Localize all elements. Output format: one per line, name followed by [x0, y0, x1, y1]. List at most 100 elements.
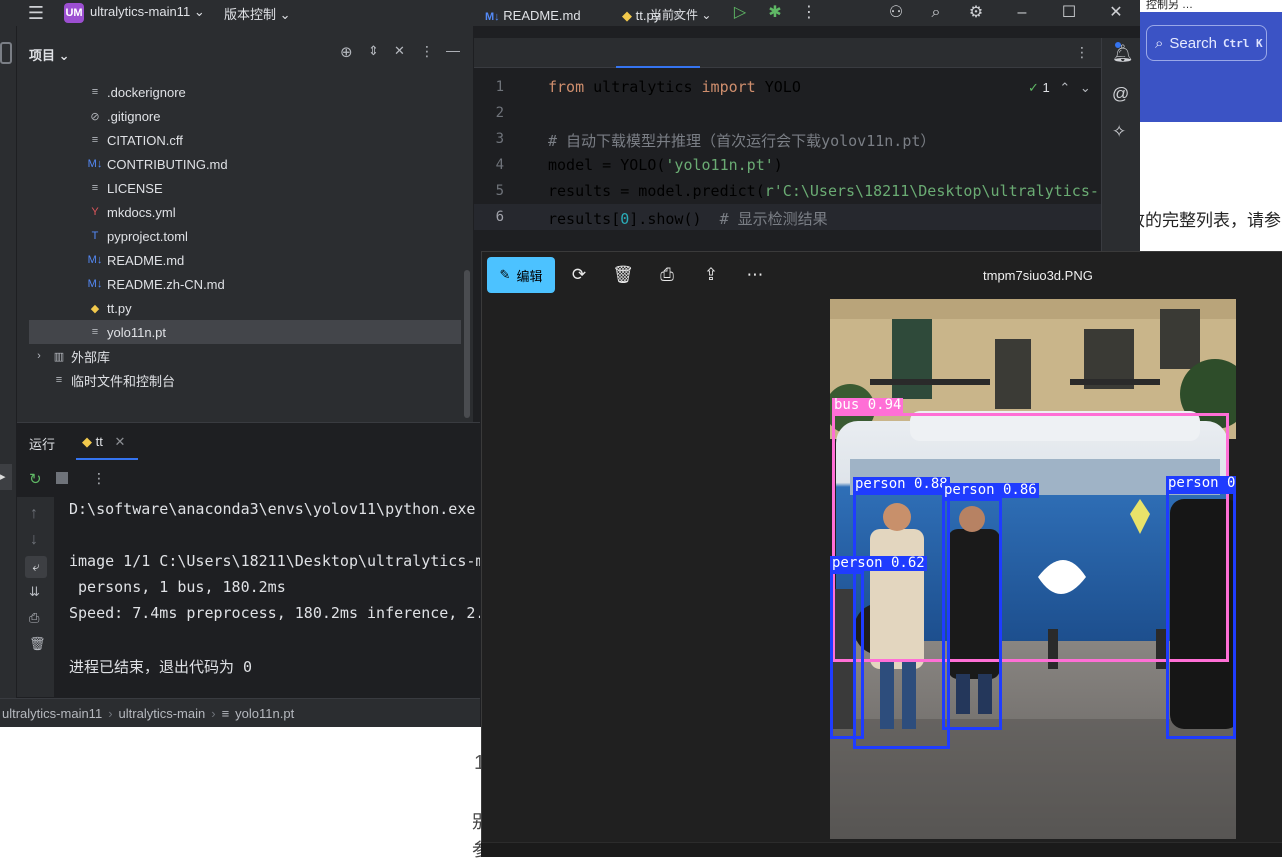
add-user-icon[interactable]: ⚇: [886, 3, 906, 23]
collapse-all-icon[interactable]: ✕: [394, 43, 405, 59]
editor-tab-bar: [474, 38, 1140, 68]
project-panel-title[interactable]: 项目 ⌄: [29, 45, 70, 64]
python-icon: ◆: [622, 8, 632, 23]
tab-tt-py[interactable]: ◆ tt.py ✕: [622, 8, 683, 24]
markdown-icon: M↓: [87, 278, 103, 290]
project-tool-icon[interactable]: [0, 42, 12, 64]
tree-item[interactable]: ≡ LICENSE: [17, 176, 473, 200]
text-file-icon: ≡: [221, 705, 230, 721]
more-options-icon[interactable]: ⋯: [744, 264, 766, 286]
search-shortcut: Ctrl K: [1222, 36, 1263, 50]
tab-readme[interactable]: M↓ README.md: [485, 8, 581, 23]
hide-panel-icon[interactable]: —: [446, 42, 460, 58]
text-file-icon: ≡: [91, 182, 99, 194]
chevron-right-icon: ›: [211, 705, 216, 721]
rotate-icon[interactable]: ⟳: [568, 264, 590, 286]
line-number: 4: [495, 157, 504, 173]
text-file-icon: ≡: [91, 134, 99, 146]
tab-options-icon[interactable]: ⋮: [1075, 44, 1089, 61]
tree-item[interactable]: M↓ README.md: [17, 248, 473, 272]
scroll-up-icon[interactable]: ↑: [30, 505, 38, 523]
run-icon[interactable]: ▷: [730, 3, 750, 23]
line-number: 3: [495, 131, 504, 147]
inspection-widget[interactable]: ✓ 1 ⌃ ⌄: [1028, 80, 1091, 96]
run-tool-icon[interactable]: ▸: [0, 464, 12, 490]
tree-item[interactable]: ≡ CITATION.cff: [17, 128, 473, 152]
browser-search-box[interactable]: ⌕ Search Ctrl K: [1146, 25, 1267, 61]
active-tab-indicator: [616, 66, 700, 68]
delete-icon[interactable]: 🗑︎: [612, 264, 634, 286]
vcs-menu[interactable]: 版本控制 ⌄: [224, 4, 291, 23]
tree-item[interactable]: ≡ .dockerignore: [17, 80, 473, 104]
left-tool-strip: [0, 26, 17, 727]
toml-icon: T: [91, 230, 99, 242]
project-switcher[interactable]: ultralytics-main11 ⌄: [90, 4, 205, 20]
search-icon: ⌕: [1155, 34, 1164, 52]
detection-result-image[interactable]: bus 0.94 person 0.88person 0.86 person 0.8…: [830, 299, 1236, 839]
python-icon: ◆: [90, 302, 100, 315]
tree-item[interactable]: ◆ tt.py: [17, 296, 473, 320]
chevron-down-icon: ⌄: [279, 7, 291, 22]
detection-label: person 0.86: [942, 482, 1039, 498]
minimize-icon[interactable]: –: [1012, 3, 1032, 23]
tree-item[interactable]: ≡ yolo11n.pt: [29, 320, 461, 344]
options-icon[interactable]: ⋮: [420, 43, 434, 60]
tree-item-label: CONTRIBUTING.md: [107, 156, 228, 172]
line-number: 6: [495, 209, 504, 225]
edit-button[interactable]: ✎ 编辑: [487, 257, 555, 293]
run-config-tab[interactable]: ◆ tt ✕: [82, 434, 125, 450]
plugin-icon[interactable]: ✧: [1112, 122, 1126, 142]
tree-external-libs[interactable]: › ▥ 外部库: [17, 344, 473, 368]
expand-all-icon[interactable]: ⇕: [368, 43, 379, 59]
maximize-icon[interactable]: ☐: [1059, 3, 1079, 23]
tree-item-label: 临时文件和控制台: [71, 373, 176, 389]
markdown-icon: M↓: [485, 11, 500, 23]
hamburger-menu-icon[interactable]: ☰: [26, 3, 46, 23]
close-tab-icon[interactable]: ✕: [672, 8, 683, 23]
tree-item[interactable]: Tpyproject.toml: [17, 224, 473, 248]
tree-item-label: pyproject.toml: [107, 228, 188, 244]
tree-item[interactable]: Ymkdocs.yml: [17, 200, 473, 224]
close-tab-icon[interactable]: ✕: [114, 434, 125, 449]
line-number: 1: [495, 79, 504, 95]
locate-file-icon[interactable]: ⊕: [340, 43, 353, 61]
detection-box-person: [942, 498, 1002, 730]
tree-item-label: README.zh-CN.md: [107, 276, 225, 292]
code-line-5: results = model.predict(r'C:\Users\18211…: [548, 182, 1108, 200]
breadcrumb-item[interactable]: ultralytics-main: [119, 706, 206, 721]
share-icon[interactable]: ⇪: [700, 264, 722, 286]
soft-wrap-icon[interactable]: ⤶: [25, 556, 47, 578]
line-number: 5: [495, 183, 504, 199]
ai-assistant-icon[interactable]: @: [1112, 84, 1129, 104]
clear-console-icon[interactable]: 🗑︎: [29, 636, 46, 652]
more-actions-icon[interactable]: ⋮: [799, 3, 819, 23]
debug-icon[interactable]: ✱: [765, 3, 785, 23]
close-icon[interactable]: ✕: [1106, 3, 1126, 23]
print-icon[interactable]: ⎙: [656, 264, 678, 286]
tree-item-label: .gitignore: [107, 108, 161, 124]
browser-top-text: 控制另 …: [1140, 0, 1282, 12]
scroll-to-end-icon[interactable]: ⇊: [29, 584, 40, 600]
yaml-icon: Y: [91, 206, 99, 218]
tree-scratches[interactable]: ≡ 临时文件和控制台: [17, 368, 473, 392]
stop-icon[interactable]: [56, 472, 68, 484]
rerun-icon[interactable]: ↻: [29, 470, 42, 488]
tree-item[interactable]: M↓ README.zh-CN.md: [17, 272, 473, 296]
text-file-icon: ≡: [91, 86, 99, 98]
search-icon[interactable]: ⌕: [926, 3, 946, 23]
viewer-bottom-bar: [481, 842, 1282, 857]
scroll-down-icon[interactable]: ↓: [30, 531, 38, 549]
breadcrumb-item[interactable]: yolo11n.pt: [235, 706, 294, 721]
console-line: 进程已结束，退出代码为 0: [69, 658, 253, 676]
tree-item-label: 外部库: [71, 349, 111, 365]
console-line: Speed: 7.4ms preprocess, 180.2ms inferen…: [69, 604, 480, 622]
run-panel-title[interactable]: 运行: [29, 434, 55, 453]
print-icon[interactable]: ⎙: [29, 610, 39, 626]
chevron-down-icon: ⌄: [701, 8, 712, 22]
scratches-icon: ≡: [55, 374, 63, 386]
breadcrumb-item[interactable]: ultralytics-main11: [2, 706, 102, 721]
settings-gear-icon[interactable]: ⚙: [966, 3, 986, 23]
tree-item[interactable]: M↓ CONTRIBUTING.md: [17, 152, 473, 176]
more-options-icon[interactable]: ⋮: [92, 470, 106, 487]
tree-item[interactable]: ⊘ .gitignore: [17, 104, 473, 128]
